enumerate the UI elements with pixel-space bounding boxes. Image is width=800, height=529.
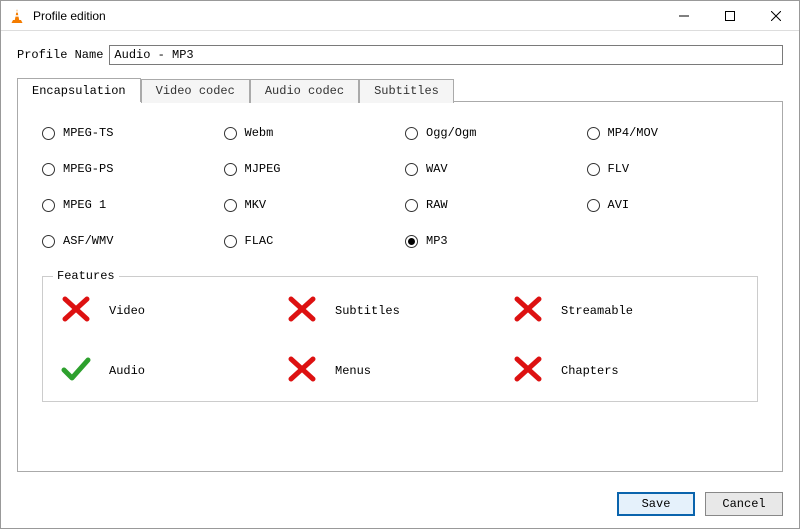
tab-encapsulation[interactable]: Encapsulation bbox=[17, 78, 141, 102]
radio-label: Ogg/Ogm bbox=[426, 126, 476, 140]
features-fieldset: Features VideoSubtitlesStreamableAudioMe… bbox=[42, 276, 758, 402]
feature-audio: Audio bbox=[61, 355, 287, 387]
radio-mjpeg[interactable]: MJPEG bbox=[224, 162, 396, 176]
feature-label: Menus bbox=[335, 364, 371, 378]
radio-label: WAV bbox=[426, 162, 448, 176]
tab-subtitles[interactable]: Subtitles bbox=[359, 79, 454, 103]
feature-menus: Menus bbox=[287, 355, 513, 387]
features-legend: Features bbox=[53, 269, 119, 283]
cancel-button[interactable]: Cancel bbox=[705, 492, 783, 516]
close-button[interactable] bbox=[753, 1, 799, 30]
check-icon bbox=[61, 355, 91, 387]
save-button-label: Save bbox=[642, 497, 671, 511]
dialog-footer: Save Cancel bbox=[1, 482, 799, 528]
radio-indicator bbox=[587, 127, 600, 140]
radio-mp4-mov[interactable]: MP4/MOV bbox=[587, 126, 759, 140]
tab-bar: EncapsulationVideo codecAudio codecSubti… bbox=[17, 77, 783, 101]
feature-video: Video bbox=[61, 295, 287, 327]
radio-label: MPEG-PS bbox=[63, 162, 113, 176]
feature-label: Streamable bbox=[561, 304, 633, 318]
tab-video-codec[interactable]: Video codec bbox=[141, 79, 250, 103]
feature-label: Video bbox=[109, 304, 145, 318]
radio-label: RAW bbox=[426, 198, 448, 212]
cancel-button-label: Cancel bbox=[722, 497, 765, 511]
cross-icon bbox=[287, 295, 317, 327]
maximize-button[interactable] bbox=[707, 1, 753, 30]
features-grid: Video Subtitles Streamable Audio Menus Chapte… bbox=[61, 295, 739, 387]
window-controls bbox=[661, 1, 799, 30]
radio-label: MJPEG bbox=[245, 162, 281, 176]
radio-indicator bbox=[405, 163, 418, 176]
radio-indicator bbox=[587, 199, 600, 212]
cross-icon bbox=[513, 355, 543, 387]
feature-label: Chapters bbox=[561, 364, 619, 378]
radio-mkv[interactable]: MKV bbox=[224, 198, 396, 212]
radio-flv[interactable]: FLV bbox=[587, 162, 759, 176]
save-button[interactable]: Save bbox=[617, 492, 695, 516]
radio-label: FLAC bbox=[245, 234, 274, 248]
content-area: Profile Name EncapsulationVideo codecAud… bbox=[1, 31, 799, 482]
tab-audio-codec[interactable]: Audio codec bbox=[250, 79, 359, 103]
radio-indicator bbox=[224, 199, 237, 212]
cross-icon bbox=[61, 295, 91, 327]
radio-wav[interactable]: WAV bbox=[405, 162, 577, 176]
radio-indicator bbox=[587, 163, 600, 176]
radio-label: MP3 bbox=[426, 234, 448, 248]
radio-avi[interactable]: AVI bbox=[587, 198, 759, 212]
radio-ogg-ogm[interactable]: Ogg/Ogm bbox=[405, 126, 577, 140]
cross-icon bbox=[513, 295, 543, 327]
radio-label: ASF/WMV bbox=[63, 234, 113, 248]
radio-indicator bbox=[405, 127, 418, 140]
vlc-cone-icon bbox=[9, 8, 25, 24]
radio-indicator bbox=[42, 127, 55, 140]
window-title: Profile edition bbox=[33, 9, 661, 23]
feature-label: Subtitles bbox=[335, 304, 400, 318]
feature-subtitles: Subtitles bbox=[287, 295, 513, 327]
radio-label: MPEG 1 bbox=[63, 198, 106, 212]
radio-flac[interactable]: FLAC bbox=[224, 234, 396, 248]
feature-label: Audio bbox=[109, 364, 145, 378]
profile-name-row: Profile Name bbox=[17, 45, 783, 65]
radio-indicator bbox=[224, 163, 237, 176]
radio-mpeg-ps[interactable]: MPEG-PS bbox=[42, 162, 214, 176]
radio-raw[interactable]: RAW bbox=[405, 198, 577, 212]
radio-mpeg-ts[interactable]: MPEG-TS bbox=[42, 126, 214, 140]
radio-indicator bbox=[224, 235, 237, 248]
radio-indicator bbox=[42, 163, 55, 176]
encapsulation-options: MPEG-TS Webm Ogg/Ogm MP4/MOV MPEG-PS MJPEG WAV… bbox=[42, 126, 758, 248]
profile-name-label: Profile Name bbox=[17, 48, 103, 62]
feature-chapters: Chapters bbox=[513, 355, 739, 387]
radio-indicator bbox=[42, 235, 55, 248]
minimize-button[interactable] bbox=[661, 1, 707, 30]
radio-indicator bbox=[224, 127, 237, 140]
tab-panel-encapsulation: MPEG-TS Webm Ogg/Ogm MP4/MOV MPEG-PS MJPEG WAV… bbox=[17, 101, 783, 472]
radio-mp3[interactable]: MP3 bbox=[405, 234, 577, 248]
radio-label: AVI bbox=[608, 198, 630, 212]
radio-asf-wmv[interactable]: ASF/WMV bbox=[42, 234, 214, 248]
radio-label: Webm bbox=[245, 126, 274, 140]
radio-label: MKV bbox=[245, 198, 267, 212]
radio-indicator bbox=[405, 235, 418, 248]
feature-streamable: Streamable bbox=[513, 295, 739, 327]
radio-label: FLV bbox=[608, 162, 630, 176]
radio-indicator bbox=[405, 199, 418, 212]
radio-mpeg-1[interactable]: MPEG 1 bbox=[42, 198, 214, 212]
radio-indicator bbox=[42, 199, 55, 212]
radio-webm[interactable]: Webm bbox=[224, 126, 396, 140]
cross-icon bbox=[287, 355, 317, 387]
titlebar: Profile edition bbox=[1, 1, 799, 31]
radio-label: MPEG-TS bbox=[63, 126, 113, 140]
profile-name-input[interactable] bbox=[109, 45, 783, 65]
radio-label: MP4/MOV bbox=[608, 126, 658, 140]
